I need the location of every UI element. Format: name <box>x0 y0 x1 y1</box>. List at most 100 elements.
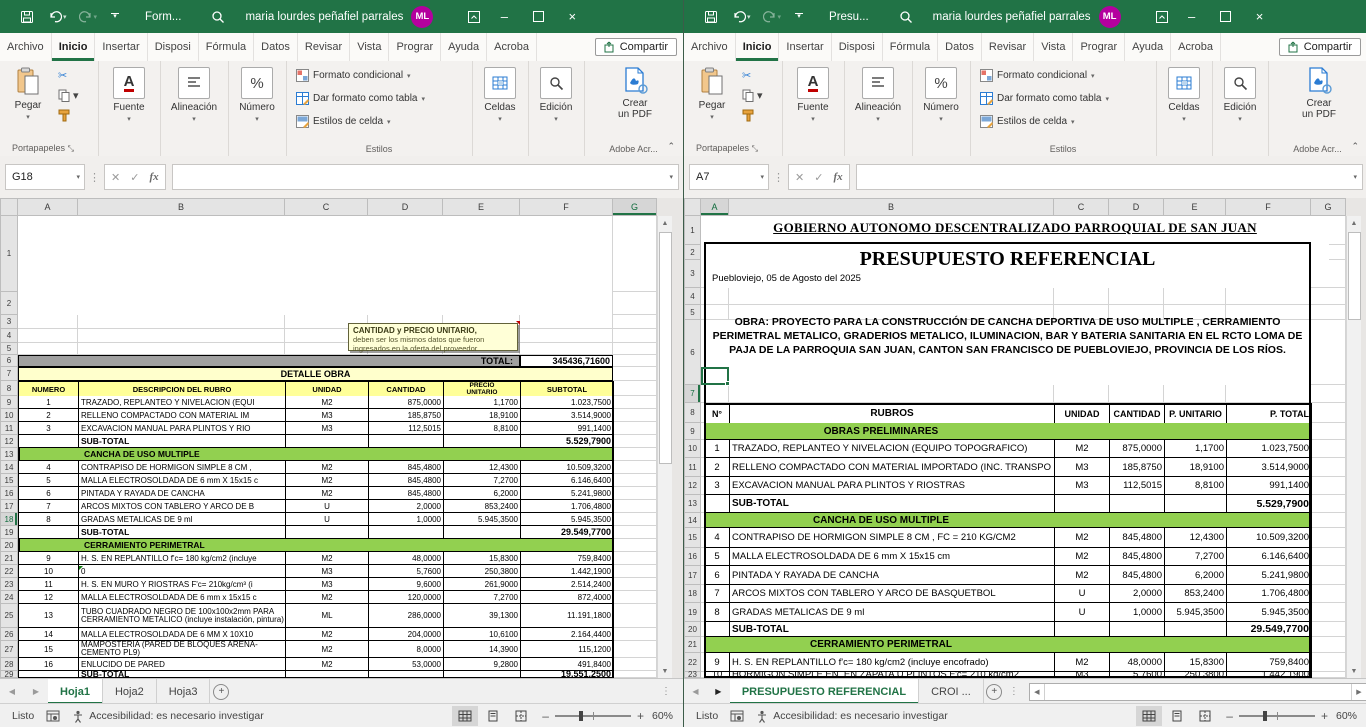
column-header-E[interactable]: E <box>443 198 520 216</box>
page-break-view-icon[interactable] <box>508 706 534 726</box>
table-row[interactable]: NUMERODESCRIPCION DEL RUBROUNIDADCANTIDA… <box>18 381 614 397</box>
cell[interactable]: M3 <box>286 422 369 435</box>
ribbon-tab-acroba[interactable]: Acroba <box>487 33 537 61</box>
font-button[interactable]: A Fuente▾ <box>791 67 835 123</box>
page-layout-view-icon[interactable] <box>1164 706 1190 726</box>
caret-down-icon[interactable]: ▾ <box>757 89 763 102</box>
cell[interactable]: 2,0000 <box>369 500 444 513</box>
page-break-view-icon[interactable] <box>1192 706 1218 726</box>
cell[interactable]: 16 <box>19 658 79 671</box>
cell[interactable]: M2 <box>286 628 369 641</box>
column-header-A[interactable]: A <box>701 198 729 216</box>
cell[interactable]: 991,1400 <box>521 422 614 435</box>
table-row[interactable]: SUB-TOTAL5.529,7900 <box>18 435 614 448</box>
row-header-19[interactable]: 19 <box>684 603 701 622</box>
cell[interactable]: 1.706,4800 <box>1227 585 1312 603</box>
cell[interactable]: 15,8300 <box>1165 653 1227 672</box>
sheet-tab-hoja1[interactable]: Hoja1 <box>48 679 103 704</box>
row-header-23[interactable]: 23 <box>0 578 18 591</box>
cell[interactable]: 845,4800 <box>369 474 444 487</box>
row-header-5[interactable]: 5 <box>0 343 18 355</box>
cell[interactable]: 5.945,3500 <box>1227 603 1312 622</box>
cell[interactable]: M2 <box>286 591 369 604</box>
cell[interactable]: M3 <box>286 565 369 578</box>
cell[interactable]: 8,8100 <box>1165 477 1227 495</box>
zoom-level-label[interactable]: 60% <box>652 710 673 722</box>
cell[interactable]: EXCAVACION MANUAL PARA PLINTOS Y RIO <box>79 422 286 435</box>
cell[interactable] <box>369 435 444 448</box>
cell[interactable]: 3.514,9000 <box>1227 458 1312 477</box>
cell[interactable]: PINTADA Y RAYADA DE CANCHA <box>79 487 286 500</box>
ribbon-tab-prograr[interactable]: Prograr <box>1073 33 1125 61</box>
close-button[interactable]: × <box>1243 0 1277 33</box>
zoom-slider[interactable] <box>1239 715 1315 717</box>
cell[interactable]: 1.023,7500 <box>1227 440 1312 458</box>
cell[interactable]: 13 <box>19 604 79 628</box>
cell[interactable]: 5 <box>19 474 79 487</box>
cell[interactable]: M2 <box>286 396 369 409</box>
ribbon-tab-inicio[interactable]: Inicio <box>52 33 96 61</box>
editing-button[interactable]: Edición▾ <box>534 67 578 123</box>
cell[interactable]: 1,0000 <box>1110 603 1165 622</box>
section-row[interactable]: OBRAS PRELIMINARES <box>705 423 1312 440</box>
table-row[interactable]: CANCHA DE USO MULTIPLE <box>704 513 1312 528</box>
insert-function-icon[interactable]: fx <box>833 171 842 183</box>
accessibility-status-label[interactable]: Accesibilidad: es necesario investigar <box>89 710 264 722</box>
alignment-button[interactable]: Alineación▾ <box>172 67 216 123</box>
cell[interactable]: M2 <box>1055 566 1110 585</box>
cell[interactable]: 12 <box>19 591 79 604</box>
formula-expand-icon[interactable]: ▾ <box>1353 173 1357 181</box>
ribbon-tab-archivo[interactable]: Archivo <box>0 33 52 61</box>
sheet-tab-presupuesto-referencial[interactable]: PRESUPUESTO REFERENCIAL <box>730 679 919 704</box>
cell[interactable]: 1,0000 <box>369 513 444 526</box>
cell[interactable]: 10,6100 <box>444 628 521 641</box>
cell[interactable]: 845,4800 <box>1110 548 1165 566</box>
cell[interactable] <box>444 526 521 539</box>
cell[interactable]: PINTADA Y RAYADA DE CANCHA <box>730 566 1055 585</box>
row-header-6[interactable]: 6 <box>0 355 18 367</box>
worksheet-grid[interactable]: GOBIERNO AUTONOMO DESCENTRALIZADO PARROQ… <box>684 198 1366 678</box>
cell[interactable]: 853,2400 <box>1165 585 1227 603</box>
table-row[interactable]: 3EXCAVACION MANUAL PARA PLINTOS Y RIOSTR… <box>704 477 1312 495</box>
table-row[interactable]: 1TRAZADO, REPLANTEO Y NIVELACION (EQUIPO… <box>704 440 1312 458</box>
ribbon-tab-insertar[interactable]: Insertar <box>779 33 831 61</box>
cell[interactable] <box>444 671 521 678</box>
accessibility-icon[interactable] <box>756 710 768 723</box>
cell[interactable] <box>1110 622 1165 637</box>
cell[interactable]: 250,3800 <box>1165 672 1227 678</box>
maximize-button[interactable] <box>1209 0 1243 33</box>
cell[interactable]: 875,0000 <box>1110 440 1165 458</box>
cell[interactable]: M2 <box>286 461 369 474</box>
table-row[interactable]: 2RELLENO COMPACTADO CON MATERIAL IMPORTA… <box>704 458 1312 477</box>
sheet-tab-hoja3[interactable]: Hoja3 <box>157 679 211 704</box>
name-box-caret-icon[interactable]: ▾ <box>760 173 764 181</box>
cell[interactable]: 204,0000 <box>369 628 444 641</box>
cell[interactable]: MALLA ELECTROSOLDADA DE 6 mm X 15x15 cm <box>730 548 1055 566</box>
column-header-G[interactable]: G <box>613 198 657 216</box>
row-header-3[interactable]: 3 <box>0 315 18 329</box>
cell[interactable]: TRAZADO, REPLANTEO Y NIVELACION (EQUIPO … <box>730 440 1055 458</box>
cell[interactable]: M2 <box>1055 548 1110 566</box>
sheet-tab-croi-[interactable]: CROI ... <box>919 679 984 704</box>
cell[interactable]: 185,8750 <box>1110 458 1165 477</box>
select-all-corner[interactable] <box>684 198 701 216</box>
ribbon-tab-acroba[interactable]: Acroba <box>1171 33 1221 61</box>
cell[interactable]: 5.945,3500 <box>521 513 614 526</box>
undo-icon[interactable]: ▾ <box>732 0 751 33</box>
formula-input[interactable]: ▾ <box>856 164 1363 190</box>
paste-button[interactable]: Pegar▾ <box>690 67 734 121</box>
cell[interactable]: M2 <box>1055 440 1110 458</box>
cut-icon[interactable]: ✂ <box>58 69 67 82</box>
cell[interactable]: 14,3900 <box>444 641 521 658</box>
table-row[interactable]: 3EXCAVACION MANUAL PARA PLINTOS Y RIOM31… <box>18 422 614 435</box>
cell[interactable]: 6,2000 <box>1165 566 1227 585</box>
cell[interactable]: 53,0000 <box>369 658 444 671</box>
table-row[interactable]: SUB-TOTAL5.529,7900 <box>704 495 1312 513</box>
tab-strip-overflow-icon[interactable]: ⋮ <box>657 679 675 704</box>
cell[interactable]: 4 <box>705 528 730 548</box>
cell[interactable]: M2 <box>286 641 369 658</box>
cell[interactable]: HORMIGON SIMPLE EN, EN ZAPATA U PLINTOS … <box>730 672 1055 678</box>
cell[interactable] <box>705 622 730 637</box>
normal-view-icon[interactable] <box>1136 706 1162 726</box>
column-header-D[interactable]: D <box>368 198 443 216</box>
